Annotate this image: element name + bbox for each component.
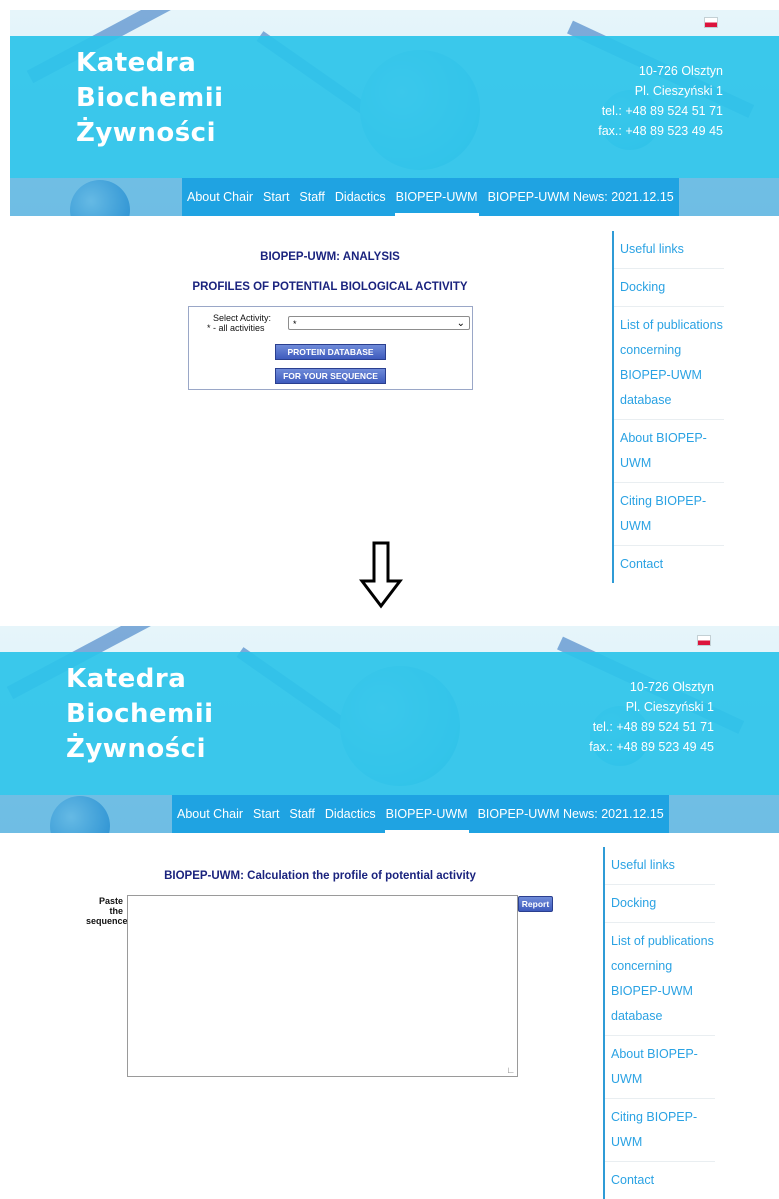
address-line: fax.: +48 89 523 49 45 (598, 124, 723, 138)
protein-database-button[interactable]: PROTEIN DATABASE (275, 344, 386, 360)
nav-staff[interactable]: Staff (294, 178, 329, 216)
sidebar-item-citing-biopep[interactable]: Citing BIOPEP-UWM (614, 483, 724, 546)
contact-address: 10-726 Olsztyn Pl. Cieszyński 1 tel.: +4… (589, 677, 714, 757)
report-button[interactable]: Report (518, 896, 553, 912)
brand-line: Katedra (66, 664, 187, 694)
address-line: Pl. Cieszyński 1 (634, 84, 723, 98)
header-banner: Katedra Biochemii Żywności 10-726 Olszty… (0, 626, 779, 833)
nav-start[interactable]: Start (248, 795, 284, 833)
main-nav: About Chair Start Staff Didactics BIOPEP… (172, 795, 669, 833)
sidebar-links: Useful links Docking List of publication… (612, 231, 724, 583)
sidebar-item-useful-links[interactable]: Useful links (605, 847, 715, 885)
select-activity-hint: * - all activities (207, 323, 265, 333)
sidebar-item-contact[interactable]: Contact (605, 1162, 715, 1199)
nav-biopep-news[interactable]: BIOPEP-UWM News: 2021.12.15 (483, 178, 679, 216)
main-nav: About Chair Start Staff Didactics BIOPEP… (182, 178, 679, 216)
address-line: Pl. Cieszyński 1 (625, 700, 714, 714)
for-your-sequence-button[interactable]: FOR YOUR SEQUENCE (275, 368, 386, 384)
page-title: BIOPEP-UWM: ANALYSIS (260, 251, 400, 263)
nav-staff[interactable]: Staff (284, 795, 319, 833)
site-brand[interactable]: Katedra Biochemii Żywności (76, 46, 224, 151)
brand-line: Żywności (76, 118, 216, 149)
nav-start[interactable]: Start (258, 178, 294, 216)
brand-line: Biochemii (66, 699, 214, 730)
address-line: 10-726 Olsztyn (629, 680, 714, 694)
address-line: tel.: +48 89 524 51 71 (601, 104, 723, 118)
nav-biopep-uwm[interactable]: BIOPEP-UWM (391, 178, 483, 216)
sidebar-item-contact[interactable]: Contact (614, 546, 724, 583)
down-arrow-icon (359, 541, 403, 609)
select-activity-label: Select Activity: (213, 313, 272, 323)
header-banner: Katedra Biochemii Żywności 10-726 Olszty… (10, 10, 779, 216)
address-line: 10-726 Olsztyn (638, 64, 723, 78)
activity-form: Select Activity: * - all activities * ⌄ … (188, 306, 473, 390)
sidebar-links: Useful links Docking List of publication… (603, 847, 715, 1199)
brand-line: Katedra (76, 48, 197, 78)
nav-about-chair[interactable]: About Chair (182, 178, 258, 216)
sequence-textarea[interactable]: ∟ (127, 895, 518, 1077)
sidebar-item-docking[interactable]: Docking (605, 885, 715, 923)
nav-didactics[interactable]: Didactics (320, 795, 381, 833)
address-line: fax.: +48 89 523 49 45 (589, 740, 714, 754)
page-subtitle: PROFILES OF POTENTIAL BIOLOGICAL ACTIVIT… (192, 281, 468, 293)
sidebar-item-useful-links[interactable]: Useful links (614, 231, 724, 269)
sidebar-item-about-biopep[interactable]: About BIOPEP-UWM (605, 1036, 715, 1099)
brand-line: Żywności (66, 734, 206, 765)
page-title: BIOPEP-UWM: Calculation the profile of p… (164, 870, 476, 882)
brand-line: Biochemii (76, 83, 224, 114)
sidebar-item-citing-biopep[interactable]: Citing BIOPEP-UWM (605, 1099, 715, 1162)
site-brand[interactable]: Katedra Biochemii Żywności (66, 662, 214, 767)
sidebar-item-publications[interactable]: List of publications concerning BIOPEP-U… (614, 307, 724, 420)
nav-about-chair[interactable]: About Chair (172, 795, 248, 833)
sidebar-item-about-biopep[interactable]: About BIOPEP-UWM (614, 420, 724, 483)
contact-address: 10-726 Olsztyn Pl. Cieszyński 1 tel.: +4… (598, 61, 723, 141)
paste-sequence-label: Paste the sequence: (86, 896, 131, 926)
nav-biopep-uwm[interactable]: BIOPEP-UWM (381, 795, 473, 833)
address-line: tel.: +48 89 524 51 71 (592, 720, 714, 734)
activity-select-value: * (293, 319, 297, 329)
resize-grip-icon[interactable]: ∟ (506, 1065, 515, 1075)
poland-flag-icon[interactable] (698, 636, 710, 645)
paste-label-line: sequence: (86, 916, 131, 926)
sidebar-item-docking[interactable]: Docking (614, 269, 724, 307)
chevron-down-icon: ⌄ (456, 318, 465, 329)
sidebar-item-publications[interactable]: List of publications concerning BIOPEP-U… (605, 923, 715, 1036)
paste-label-line: Paste the (98, 896, 123, 916)
nav-biopep-news[interactable]: BIOPEP-UWM News: 2021.12.15 (473, 795, 669, 833)
nav-didactics[interactable]: Didactics (330, 178, 391, 216)
activity-select[interactable]: * ⌄ (288, 316, 470, 330)
poland-flag-icon[interactable] (705, 18, 717, 27)
